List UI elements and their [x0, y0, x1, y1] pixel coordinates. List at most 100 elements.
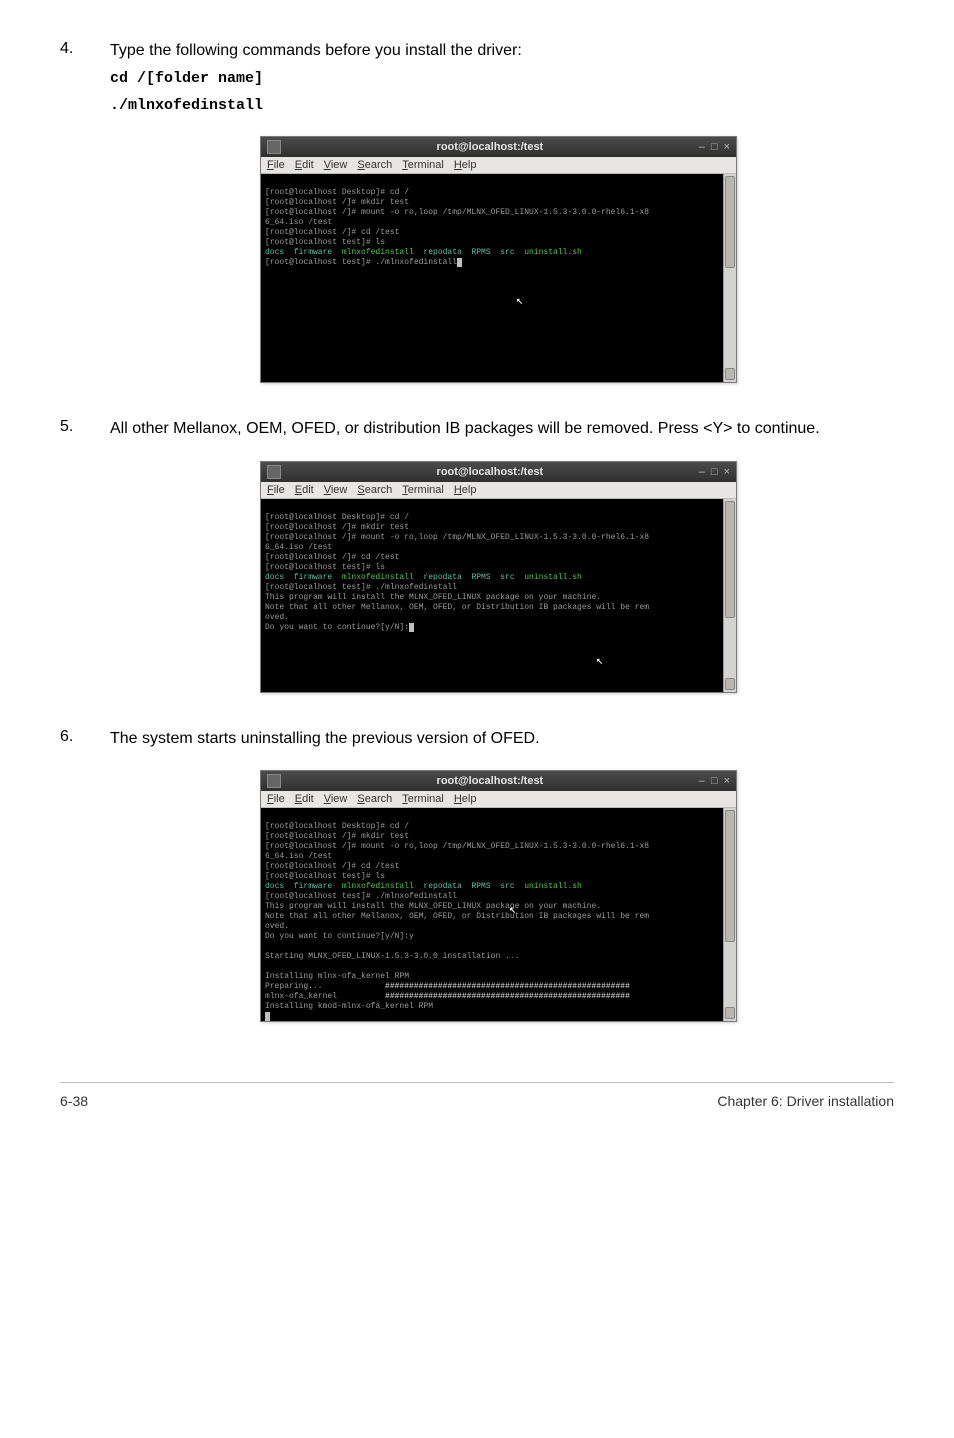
menu-help[interactable]: Help: [454, 159, 477, 171]
term1-ls: docs firmware: [265, 248, 342, 257]
menu-help[interactable]: Help: [454, 793, 477, 805]
term1-ls: uninstall.sh: [524, 248, 582, 257]
terminal-menubar: File Edit View Search Terminal Help: [261, 482, 736, 499]
term3-progress: ########################################…: [385, 982, 630, 991]
mouse-cursor-icon: ↖: [516, 294, 523, 309]
term2-line: [root@localhost /]# cd /test: [265, 553, 399, 562]
term1-line: 6_64.iso /test: [265, 218, 332, 227]
term3-line: [root@localhost test]# ./mlnxofedinstall: [265, 892, 457, 901]
term3-ls: repodata: [414, 882, 472, 891]
term3-line: Starting MLNX_OFED_LINUX-1.5.3-3.0.0 ins…: [265, 952, 519, 961]
menu-search[interactable]: Search: [357, 484, 392, 496]
term1-line: [root@localhost /]# cd /test: [265, 228, 399, 237]
menu-file[interactable]: File: [267, 159, 285, 171]
term2-line: [root@localhost /]# mount -o ro,loop /tm…: [265, 533, 649, 542]
step-4-body: Type the following commands before you i…: [110, 40, 894, 116]
close-button[interactable]: ×: [724, 775, 730, 787]
term2-ls: src: [491, 573, 525, 582]
scrollbar-thumb[interactable]: [725, 501, 735, 618]
term1-line: [root@localhost test]# ls: [265, 238, 385, 247]
scrollbar-thumb[interactable]: [725, 810, 735, 942]
terminal-icon: [267, 140, 281, 154]
terminal-cursor: [265, 1012, 270, 1021]
term2-line: Note that all other Mellanox, OEM, OFED,…: [265, 603, 649, 612]
step-5-num: 5.: [60, 418, 110, 440]
maximize-button[interactable]: □: [711, 775, 718, 787]
footer-page-number: 6-38: [60, 1093, 88, 1109]
terminal-content-2[interactable]: [root@localhost Desktop]# cd / [root@loc…: [261, 499, 736, 692]
window-controls: – □ ×: [699, 141, 730, 153]
menu-search[interactable]: Search: [357, 159, 392, 171]
minimize-button[interactable]: –: [699, 775, 705, 787]
step-4: 4. Type the following commands before yo…: [60, 40, 894, 116]
term2-line: [root@localhost test]# ls: [265, 563, 385, 572]
term1-ls: RPMS: [471, 248, 490, 257]
term2-ls: docs firmware: [265, 573, 342, 582]
terminal-titlebar: root@localhost:/test – □ ×: [261, 462, 736, 482]
menu-view[interactable]: View: [324, 793, 348, 805]
menu-file[interactable]: File: [267, 793, 285, 805]
window-controls: – □ ×: [699, 775, 730, 787]
terminal-window-3: root@localhost:/test – □ × File Edit Vie…: [260, 770, 737, 1022]
term1-ls: repodata: [414, 248, 472, 257]
terminal-cursor: [409, 623, 414, 632]
term2-line: [root@localhost Desktop]# cd /: [265, 513, 409, 522]
step-4-code2: ./mlnxofedinstall: [110, 95, 894, 116]
scrollbar[interactable]: [723, 174, 736, 382]
term3-blank: [265, 942, 270, 951]
scrollbar[interactable]: [723, 808, 736, 1021]
terminal-icon: [267, 465, 281, 479]
term1-ls: src: [491, 248, 525, 257]
step-6-body: The system starts uninstalling the previ…: [110, 728, 894, 750]
maximize-button[interactable]: □: [711, 141, 718, 153]
term3-progress: ########################################…: [385, 992, 630, 1001]
term3-line: 6_64.iso /test: [265, 852, 332, 861]
menu-terminal[interactable]: Terminal: [402, 159, 444, 171]
page-footer: 6-38 Chapter 6: Driver installation: [60, 1082, 894, 1109]
menu-edit[interactable]: Edit: [295, 484, 314, 496]
term2-line: [root@localhost test]# ./mlnxofedinstall: [265, 583, 457, 592]
menu-view[interactable]: View: [324, 484, 348, 496]
scrollbar-thumb-bottom[interactable]: [725, 678, 735, 690]
menu-terminal[interactable]: Terminal: [402, 793, 444, 805]
menu-edit[interactable]: Edit: [295, 793, 314, 805]
terminal-title: root@localhost:/test: [281, 141, 699, 153]
menu-edit[interactable]: Edit: [295, 159, 314, 171]
term3-ls: mlnxofedinstall: [342, 882, 414, 891]
term3-line: Preparing...: [265, 982, 385, 991]
menu-terminal[interactable]: Terminal: [402, 484, 444, 496]
term3-blank: [265, 962, 270, 971]
terminal-titlebar: root@localhost:/test – □ ×: [261, 771, 736, 791]
term2-ls: repodata: [414, 573, 472, 582]
term1-line: [root@localhost test]# ./mlnxofedinstall: [265, 258, 457, 267]
menu-help[interactable]: Help: [454, 484, 477, 496]
term3-line: Installing mlnx-ofa_kernel RPM: [265, 972, 409, 981]
terminal-window-1: root@localhost:/test – □ × File Edit Vie…: [260, 136, 737, 383]
term2-ls: mlnxofedinstall: [342, 573, 414, 582]
window-controls: – □ ×: [699, 466, 730, 478]
close-button[interactable]: ×: [724, 466, 730, 478]
term3-ls: src: [491, 882, 525, 891]
term2-line: [root@localhost /]# mkdir test: [265, 523, 409, 532]
mouse-cursor-icon: ↖: [596, 654, 603, 669]
term2-line: This program will install the MLNX_OFED_…: [265, 593, 601, 602]
menu-file[interactable]: File: [267, 484, 285, 496]
step-5: 5. All other Mellanox, OEM, OFED, or dis…: [60, 418, 894, 440]
minimize-button[interactable]: –: [699, 466, 705, 478]
scrollbar-thumb-bottom[interactable]: [725, 368, 735, 380]
scrollbar-thumb[interactable]: [725, 176, 735, 268]
scrollbar-thumb-bottom[interactable]: [725, 1007, 735, 1019]
terminal-content-3[interactable]: [root@localhost Desktop]# cd / [root@loc…: [261, 808, 736, 1021]
minimize-button[interactable]: –: [699, 141, 705, 153]
term3-ls: RPMS: [471, 882, 490, 891]
terminal-content-1[interactable]: [root@localhost Desktop]# cd / [root@loc…: [261, 174, 736, 382]
term3-line: Note that all other Mellanox, OEM, OFED,…: [265, 912, 649, 921]
menu-view[interactable]: View: [324, 159, 348, 171]
term3-line: [root@localhost Desktop]# cd /: [265, 822, 409, 831]
scrollbar[interactable]: [723, 499, 736, 692]
menu-search[interactable]: Search: [357, 793, 392, 805]
term3-line: Installing kmod-mlnx-ofa_kernel RPM: [265, 1002, 433, 1011]
close-button[interactable]: ×: [724, 141, 730, 153]
maximize-button[interactable]: □: [711, 466, 718, 478]
term3-ls: docs firmware: [265, 882, 342, 891]
